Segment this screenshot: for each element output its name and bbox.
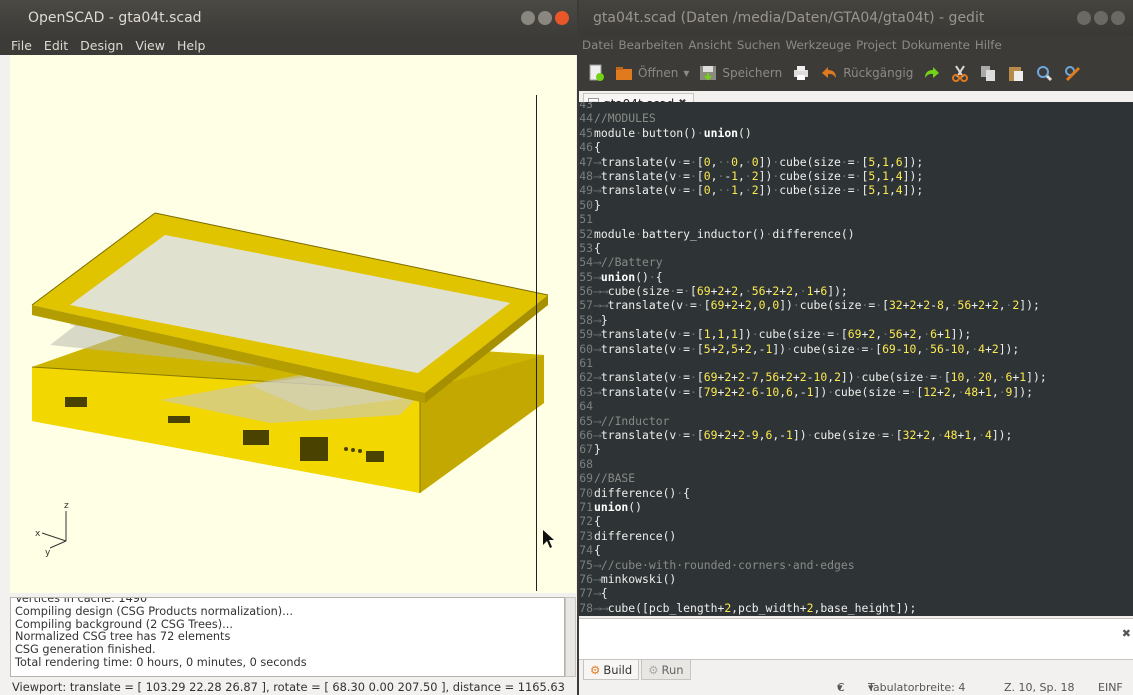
copy-icon[interactable] [979,64,997,82]
gedit-menubar: Datei Bearbeiten Ansicht Suchen Werkzeug… [579,36,1133,55]
openscad-menubar: File Edit Design View Help [0,36,577,55]
tab-run-label: Run [661,662,684,677]
tab-width-label: Tabulatorbreite: 4 [868,681,966,694]
menu-view[interactable]: View [135,36,165,55]
openscad-window: OpenSCAD - gta04t.scad File Edit Design … [0,0,577,695]
openscad-titlebar[interactable]: OpenSCAD - gta04t.scad [0,0,577,36]
maximize-button[interactable] [1094,11,1108,25]
console-line: Compiling design (CSG Products normaliza… [15,604,293,618]
insert-mode: EINF [1098,681,1123,694]
save-label: Speichern [722,66,783,80]
save-icon [700,66,717,81]
console-scrollbar[interactable] [565,597,576,677]
open-button[interactable]: Öffnen ▾ [615,64,689,82]
minimize-button[interactable] [1077,11,1091,25]
language-selector[interactable]: C ▾ [837,680,845,695]
axis-line [536,95,537,591]
undo-button[interactable]: Rückgängig [820,64,913,82]
3d-viewport[interactable]: z x y [10,55,576,593]
menu-help[interactable]: Help [177,36,206,55]
menu-bearbeiten[interactable]: Bearbeiten [618,36,683,55]
open-label: Öffnen [638,66,679,80]
code-editor[interactable]: 43 44//MODULES 45module·button()·union()… [579,102,1133,616]
menu-project[interactable]: Project [856,36,896,55]
axis-label-z: z [64,501,69,511]
gedit-titlebar[interactable]: gta04t.scad (Daten /media/Daten/GTA04/gt… [579,0,1133,36]
axis-label-x: x [35,529,41,539]
menu-suchen[interactable]: Suchen [737,36,781,55]
build-output-pane[interactable]: ✖ [579,618,1133,660]
cursor-position: Z. 10, Sp. 18 [1004,681,1075,694]
save-button[interactable]: Speichern [699,64,782,82]
gedit-window: gta04t.scad (Daten /media/Daten/GTA04/gt… [579,0,1133,695]
console-line: Total rendering time: 0 hours, 0 minutes… [15,655,307,669]
gedit-toolbar: Öffnen ▾ Speichern Rückgängig [579,55,1133,91]
window-controls [521,11,569,25]
menu-werkzeuge[interactable]: Werkzeuge [786,36,852,55]
undo-label: Rückgängig [843,66,914,80]
undo-icon [822,67,837,78]
gedit-statusbar: C ▾ Tabulatorbreite: 4 ▾ Z. 10, Sp. 18 E… [579,680,1133,695]
build-icon: ⚙ [590,662,601,677]
close-icon[interactable]: ✖ [1122,627,1131,640]
menu-edit[interactable]: Edit [44,36,68,55]
run-icon: ⚙ [648,662,659,677]
axis-label-y: y [45,548,51,558]
menu-design[interactable]: Design [80,36,123,55]
menu-datei[interactable]: Datei [582,36,613,55]
tab-build[interactable]: ⚙ Build [583,660,640,680]
tab-width-selector[interactable]: Tabulatorbreite: 4 ▾ [868,680,965,695]
language-label: C [837,681,845,694]
cut-icon[interactable] [951,64,969,82]
chevron-down-icon[interactable]: ▾ [683,66,689,80]
print-icon[interactable] [792,64,810,82]
close-button[interactable] [1111,11,1125,25]
menu-ansicht[interactable]: Ansicht [688,36,732,55]
minimize-button[interactable] [521,11,535,25]
menu-hilfe[interactable]: Hilfe [975,36,1002,55]
openscad-statusbar: Viewport: translate = [ 103.29 22.28 26.… [0,679,577,695]
menu-file[interactable]: File [11,36,32,55]
console-output[interactable]: Vertices in cache: 1490 Compiling design… [10,597,565,677]
close-button[interactable] [555,11,569,25]
redo-icon[interactable] [923,64,941,82]
paste-icon[interactable] [1007,64,1025,82]
gedit-title: gta04t.scad (Daten /media/Daten/GTA04/gt… [593,10,985,26]
tab-build-label: Build [603,662,633,677]
model-render: z x y [31,212,554,558]
port-left [65,397,87,407]
new-document-icon[interactable] [587,64,605,82]
mouse-cursor [543,530,554,548]
folder-icon [616,67,632,80]
menu-dokumente[interactable]: Dokumente [902,36,970,55]
maximize-button[interactable] [538,11,552,25]
window-controls [1077,11,1125,25]
replace-icon[interactable] [1063,64,1081,82]
tab-run[interactable]: ⚙ Run [641,660,691,680]
search-icon[interactable] [1035,64,1053,82]
openscad-title: OpenSCAD - gta04t.scad [28,10,202,26]
bottom-tabs: ⚙ Build ⚙ Run [579,660,1133,680]
